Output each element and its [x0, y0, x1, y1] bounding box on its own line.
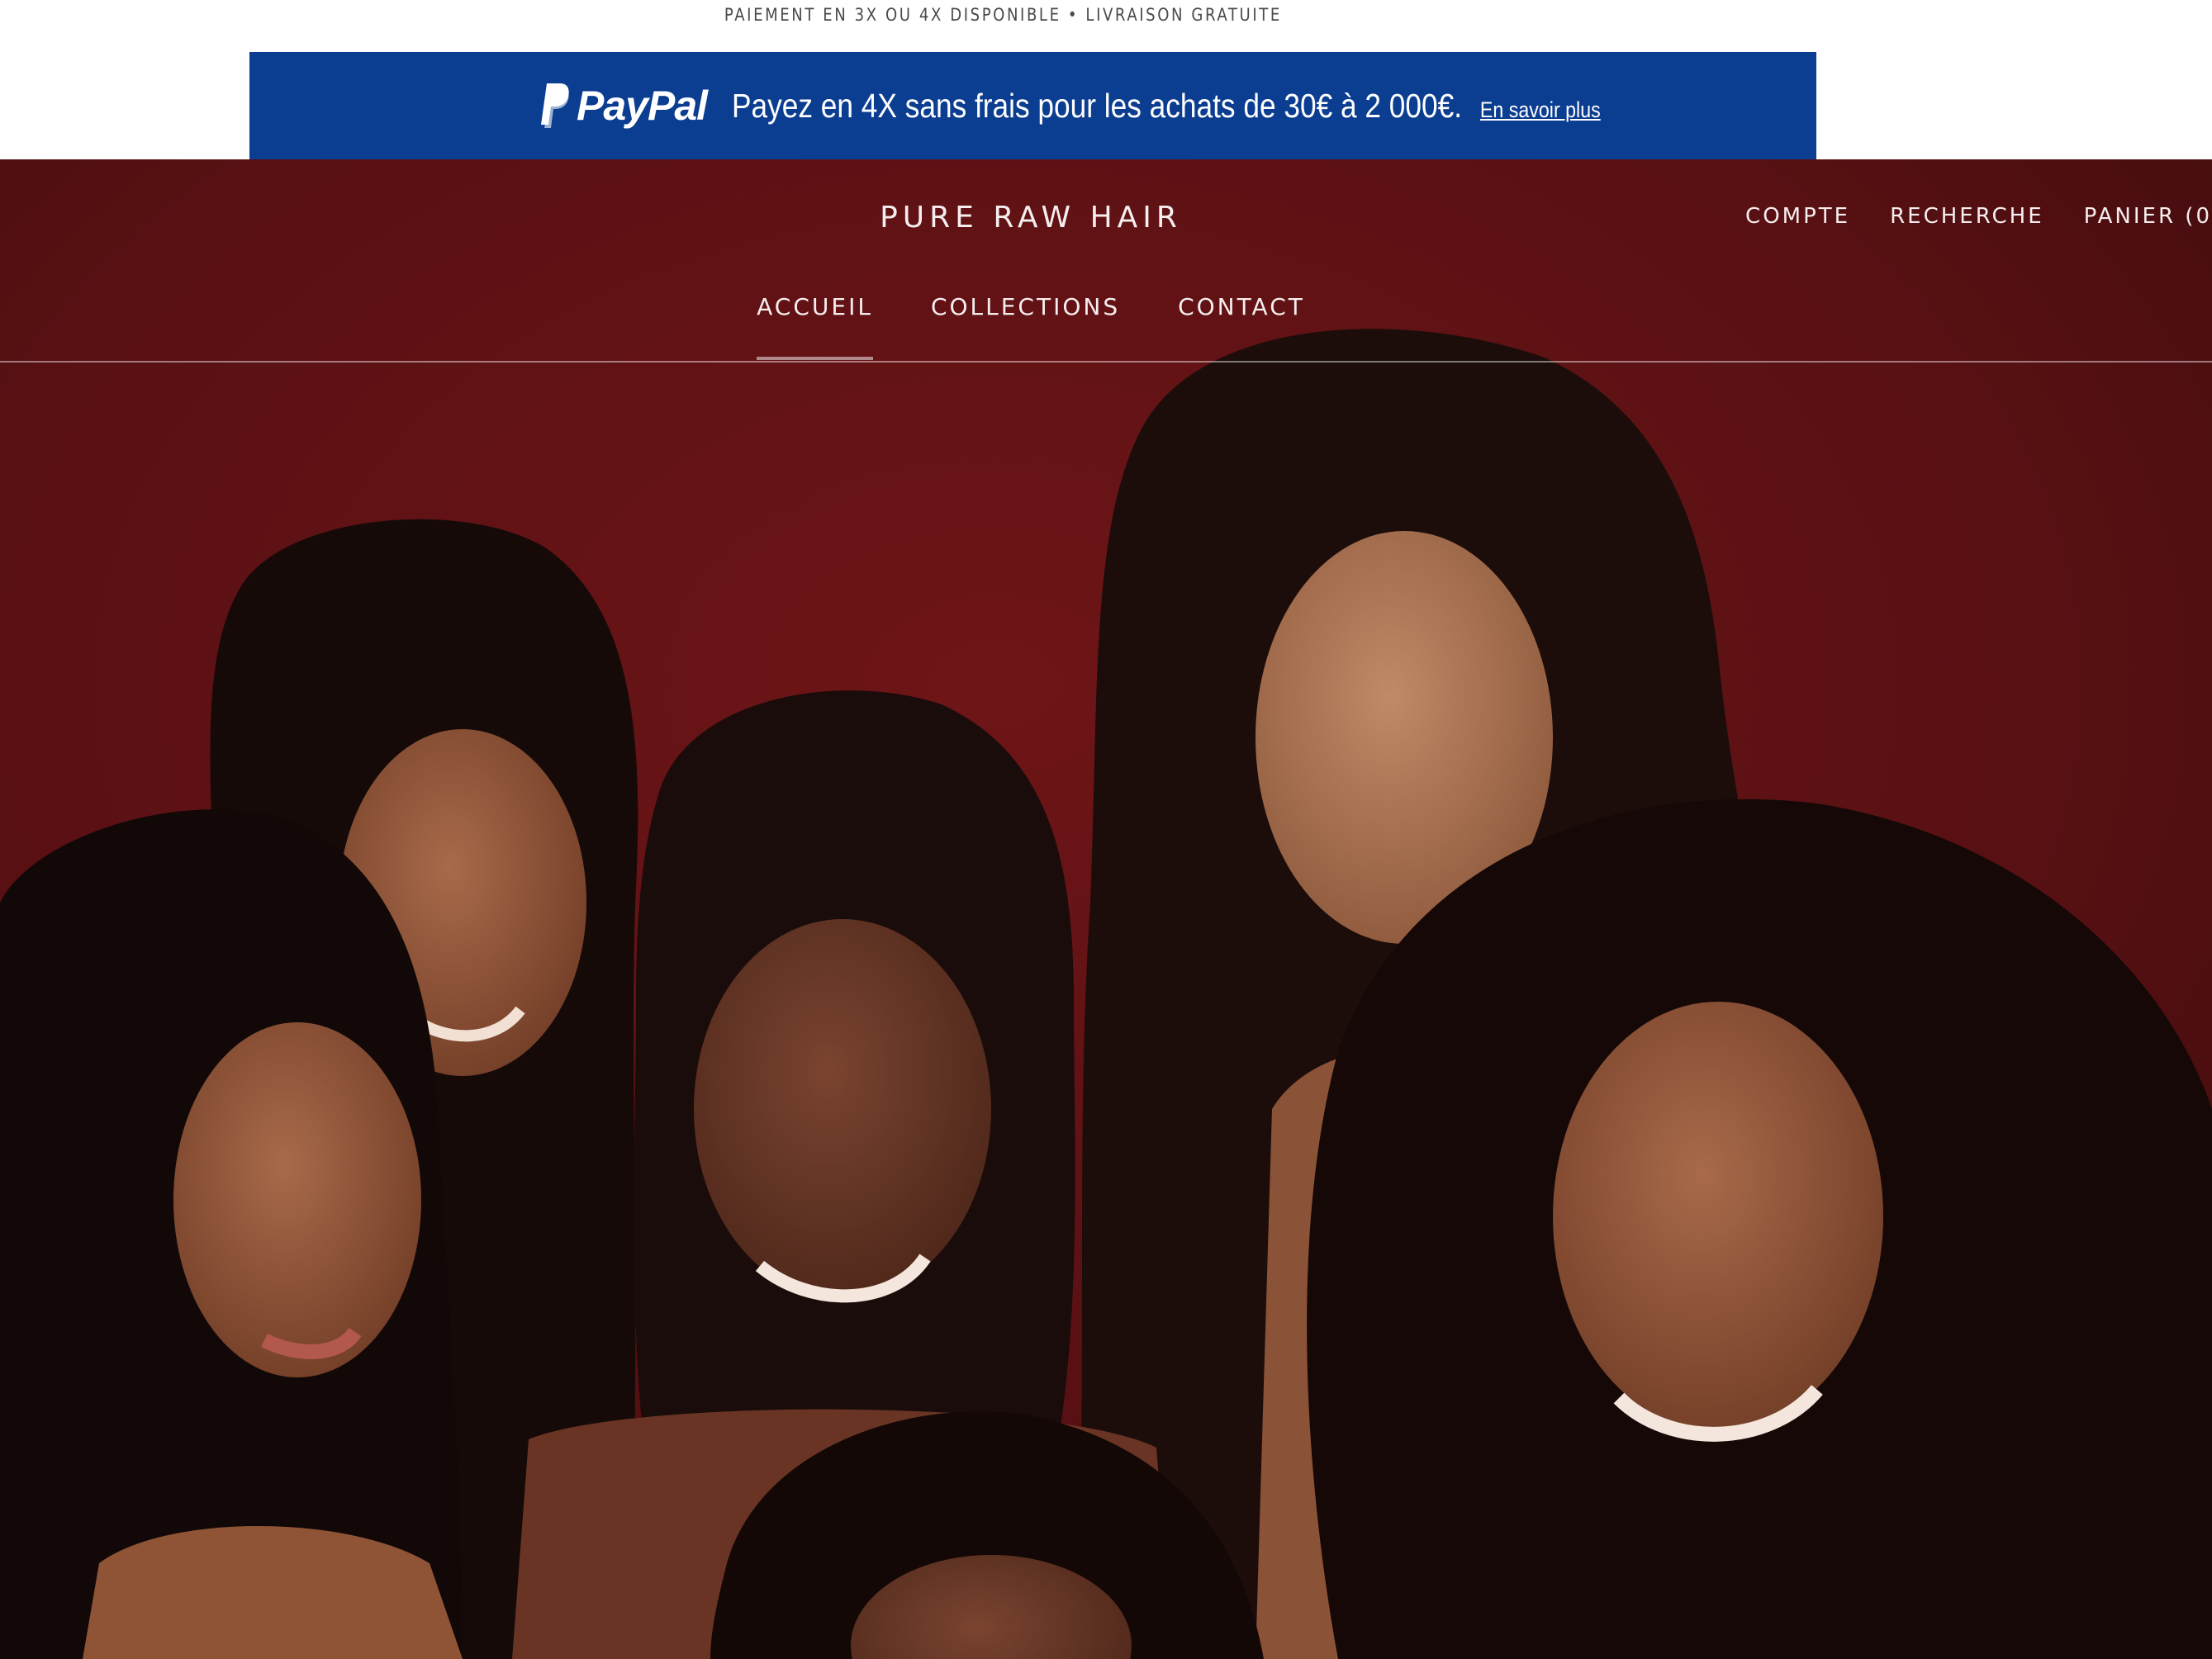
nav-item-collections[interactable]: COLLECTIONS: [931, 293, 1120, 358]
hero-photo: [0, 159, 2212, 1659]
cart-link[interactable]: PANIER (0: [2084, 204, 2212, 229]
hero-section: PURE RAW HAIR COMPTE RECHERCHE PANIER (0…: [0, 159, 2212, 1659]
announcement-text: PAIEMENT EN 3X OU 4X DISPONIBLE • LIVRAI…: [724, 5, 1282, 25]
main-nav: ACCUEIL COLLECTIONS CONTACT: [0, 293, 2062, 360]
paypal-message-text: Payez en 4X sans frais pour les achats d…: [732, 86, 1463, 125]
nav-item-accueil[interactable]: ACCUEIL: [757, 293, 873, 360]
paypal-logo: PayPal: [540, 82, 708, 130]
site-header: PURE RAW HAIR COMPTE RECHERCHE PANIER (0…: [0, 159, 2212, 363]
paypal-banner[interactable]: PayPal Payez en 4X sans frais pour les a…: [249, 52, 1816, 159]
paypal-p-icon: [541, 83, 569, 128]
paypal-message: Payez en 4X sans frais pour les achats d…: [732, 87, 1601, 126]
announcement-bar: PAIEMENT EN 3X OU 4X DISPONIBLE • LIVRAI…: [0, 0, 2212, 30]
search-link[interactable]: RECHERCHE: [1890, 204, 2044, 229]
paypal-learn-more-link[interactable]: En savoir plus: [1480, 97, 1601, 122]
nav-item-contact[interactable]: CONTACT: [1178, 293, 1305, 358]
account-link[interactable]: COMPTE: [1745, 204, 1850, 229]
header-links: COMPTE RECHERCHE PANIER (0: [1745, 204, 2212, 229]
paypal-wordmark: PayPal: [577, 83, 708, 129]
